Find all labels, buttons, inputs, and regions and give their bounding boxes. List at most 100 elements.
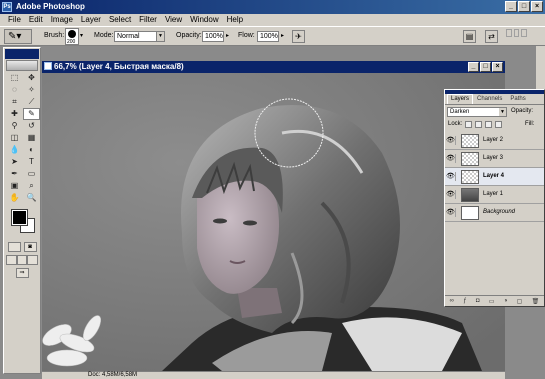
- airbrush-icon[interactable]: ✈: [292, 30, 305, 43]
- layer-set-icon[interactable]: ▭: [489, 298, 495, 305]
- maximize-button[interactable]: □: [518, 1, 530, 12]
- path-selection-tool-icon[interactable]: ➤: [6, 156, 23, 168]
- portrait-photo: [42, 73, 505, 371]
- flow-dropdown-icon[interactable]: ▸: [281, 32, 284, 39]
- lock-all-icon[interactable]: [495, 121, 502, 128]
- layer-row[interactable]: 👁 Layer 3: [445, 150, 544, 168]
- eye-icon[interactable]: 👁: [446, 208, 456, 217]
- palette-well-tab[interactable]: [506, 29, 512, 37]
- standard-screen-icon[interactable]: [6, 255, 17, 265]
- gradient-tool-icon[interactable]: ▦: [23, 132, 40, 144]
- full-screen-icon[interactable]: [27, 255, 39, 265]
- doc-close-button[interactable]: ×: [492, 62, 503, 72]
- menu-select[interactable]: Select: [105, 14, 135, 26]
- options-bar: ✎▾ Brush: 200 ▾ Mode: Normal ▼ Opacity: …: [0, 26, 545, 46]
- app-title: Adobe Photoshop: [16, 2, 85, 11]
- notes-tool-icon[interactable]: ▣: [6, 180, 23, 192]
- doc-minimize-button[interactable]: _: [468, 62, 479, 72]
- standard-mode-icon[interactable]: [7, 242, 21, 252]
- menu-image[interactable]: Image: [47, 14, 77, 26]
- app-title-bar: Ps Adobe Photoshop _ □ ×: [0, 0, 545, 14]
- quick-mask-mode-icon[interactable]: ◙: [23, 242, 37, 252]
- opacity-label: Opacity:: [176, 32, 202, 39]
- eye-icon[interactable]: 👁: [446, 190, 456, 199]
- brush-tool-icon[interactable]: ✎: [23, 108, 40, 120]
- tool-preset-picker[interactable]: ✎▾: [4, 29, 32, 44]
- eraser-tool-icon[interactable]: ◫: [6, 132, 23, 144]
- layer-row[interactable]: 👁 Layer 1: [445, 186, 544, 204]
- toolbox-title-bar[interactable]: [5, 49, 39, 59]
- healing-brush-tool-icon[interactable]: ✚: [6, 108, 23, 120]
- move-tool-icon[interactable]: ✥: [23, 72, 40, 84]
- eye-icon[interactable]: 👁: [446, 154, 456, 163]
- lasso-tool-icon[interactable]: ◌: [6, 84, 23, 96]
- eyedropper-tool-icon[interactable]: ⌕: [23, 180, 40, 192]
- palette-well-icon[interactable]: ⇄: [485, 30, 498, 43]
- layer-opacity-label: Opacity:: [511, 108, 534, 114]
- flow-input[interactable]: 100%: [257, 31, 279, 42]
- lock-image-icon[interactable]: [475, 121, 482, 128]
- dodge-tool-icon[interactable]: ◐: [23, 144, 40, 156]
- link-icon[interactable]: ∞: [450, 298, 454, 304]
- menu-view[interactable]: View: [161, 14, 186, 26]
- brush-picker[interactable]: 200: [65, 28, 79, 45]
- pen-tool-icon[interactable]: ✒: [6, 168, 23, 180]
- opacity-dropdown-icon[interactable]: ▸: [226, 32, 229, 39]
- palette-well-tab[interactable]: [513, 29, 520, 37]
- layer-style-icon[interactable]: ƒ: [463, 298, 466, 304]
- zoom-tool-icon[interactable]: 🔍: [23, 192, 40, 204]
- hand-tool-icon[interactable]: ✋: [6, 192, 23, 204]
- jump-to-imageready-icon[interactable]: ⇒: [15, 268, 29, 278]
- eye-icon[interactable]: 👁: [446, 136, 456, 145]
- palette-well-tab[interactable]: [521, 29, 528, 37]
- close-button[interactable]: ×: [531, 1, 543, 12]
- full-screen-menu-icon[interactable]: [16, 255, 28, 265]
- lock-position-icon[interactable]: [485, 121, 492, 128]
- brush-dropdown-icon[interactable]: ▾: [80, 32, 83, 39]
- marquee-tool-icon[interactable]: ⬚: [6, 72, 23, 84]
- menu-layer[interactable]: Layer: [77, 14, 105, 26]
- layer-row[interactable]: 👁 Background: [445, 204, 544, 222]
- tab-paths[interactable]: Paths: [506, 94, 529, 104]
- shape-tool-icon[interactable]: ▭: [23, 168, 40, 180]
- crop-tool-icon[interactable]: ⌗: [6, 96, 23, 108]
- opacity-input[interactable]: 100%: [202, 31, 224, 42]
- image-canvas[interactable]: [42, 73, 505, 371]
- trash-icon[interactable]: 🗑: [532, 298, 540, 305]
- brush-label: Brush:: [44, 32, 65, 39]
- mode-select[interactable]: Normal ▼: [114, 31, 165, 42]
- menu-help[interactable]: Help: [223, 14, 247, 26]
- layer-thumbnail: [461, 152, 479, 166]
- tab-channels[interactable]: Channels: [473, 94, 506, 104]
- menu-filter[interactable]: Filter: [135, 14, 161, 26]
- menu-file[interactable]: File: [4, 14, 25, 26]
- menu-edit[interactable]: Edit: [25, 14, 47, 26]
- foreground-color[interactable]: [11, 209, 28, 226]
- minimize-button[interactable]: _: [505, 1, 517, 12]
- slice-tool-icon[interactable]: ⟋: [23, 96, 40, 108]
- blur-tool-icon[interactable]: 💧: [6, 144, 23, 156]
- clone-stamp-tool-icon[interactable]: ⚲: [6, 120, 23, 132]
- eye-icon[interactable]: 👁: [446, 172, 456, 181]
- adjustment-layer-icon[interactable]: ◑: [504, 298, 508, 304]
- history-brush-tool-icon[interactable]: ↺: [23, 120, 40, 132]
- lock-transparency-icon[interactable]: [465, 121, 472, 128]
- new-layer-icon[interactable]: ▢: [517, 298, 523, 305]
- type-tool-icon[interactable]: T: [23, 156, 40, 168]
- blend-mode-select[interactable]: Darken ▼: [447, 107, 507, 117]
- fill-label: Fill:: [525, 121, 535, 127]
- layer-thumbnail: [461, 188, 479, 202]
- menu-window[interactable]: Window: [186, 14, 222, 26]
- chevron-down-icon: ▼: [156, 32, 164, 41]
- layer-row-selected[interactable]: 👁 Layer 4: [445, 168, 544, 186]
- tab-layers[interactable]: Layers: [447, 94, 474, 104]
- photoshop-logo[interactable]: [6, 60, 38, 71]
- layer-mask-icon[interactable]: ◘: [476, 298, 480, 304]
- file-browser-icon[interactable]: ▤: [463, 30, 476, 43]
- magic-wand-tool-icon[interactable]: ✧: [23, 84, 40, 96]
- doc-maximize-button[interactable]: □: [480, 62, 491, 72]
- document-title-bar[interactable]: 66,7% (Layer 4, Быстрая маска/8) _ □ ×: [42, 61, 505, 73]
- layer-row[interactable]: 👁 Layer 2: [445, 132, 544, 150]
- palette-well: [506, 29, 528, 37]
- chevron-down-icon: ▼: [499, 108, 506, 116]
